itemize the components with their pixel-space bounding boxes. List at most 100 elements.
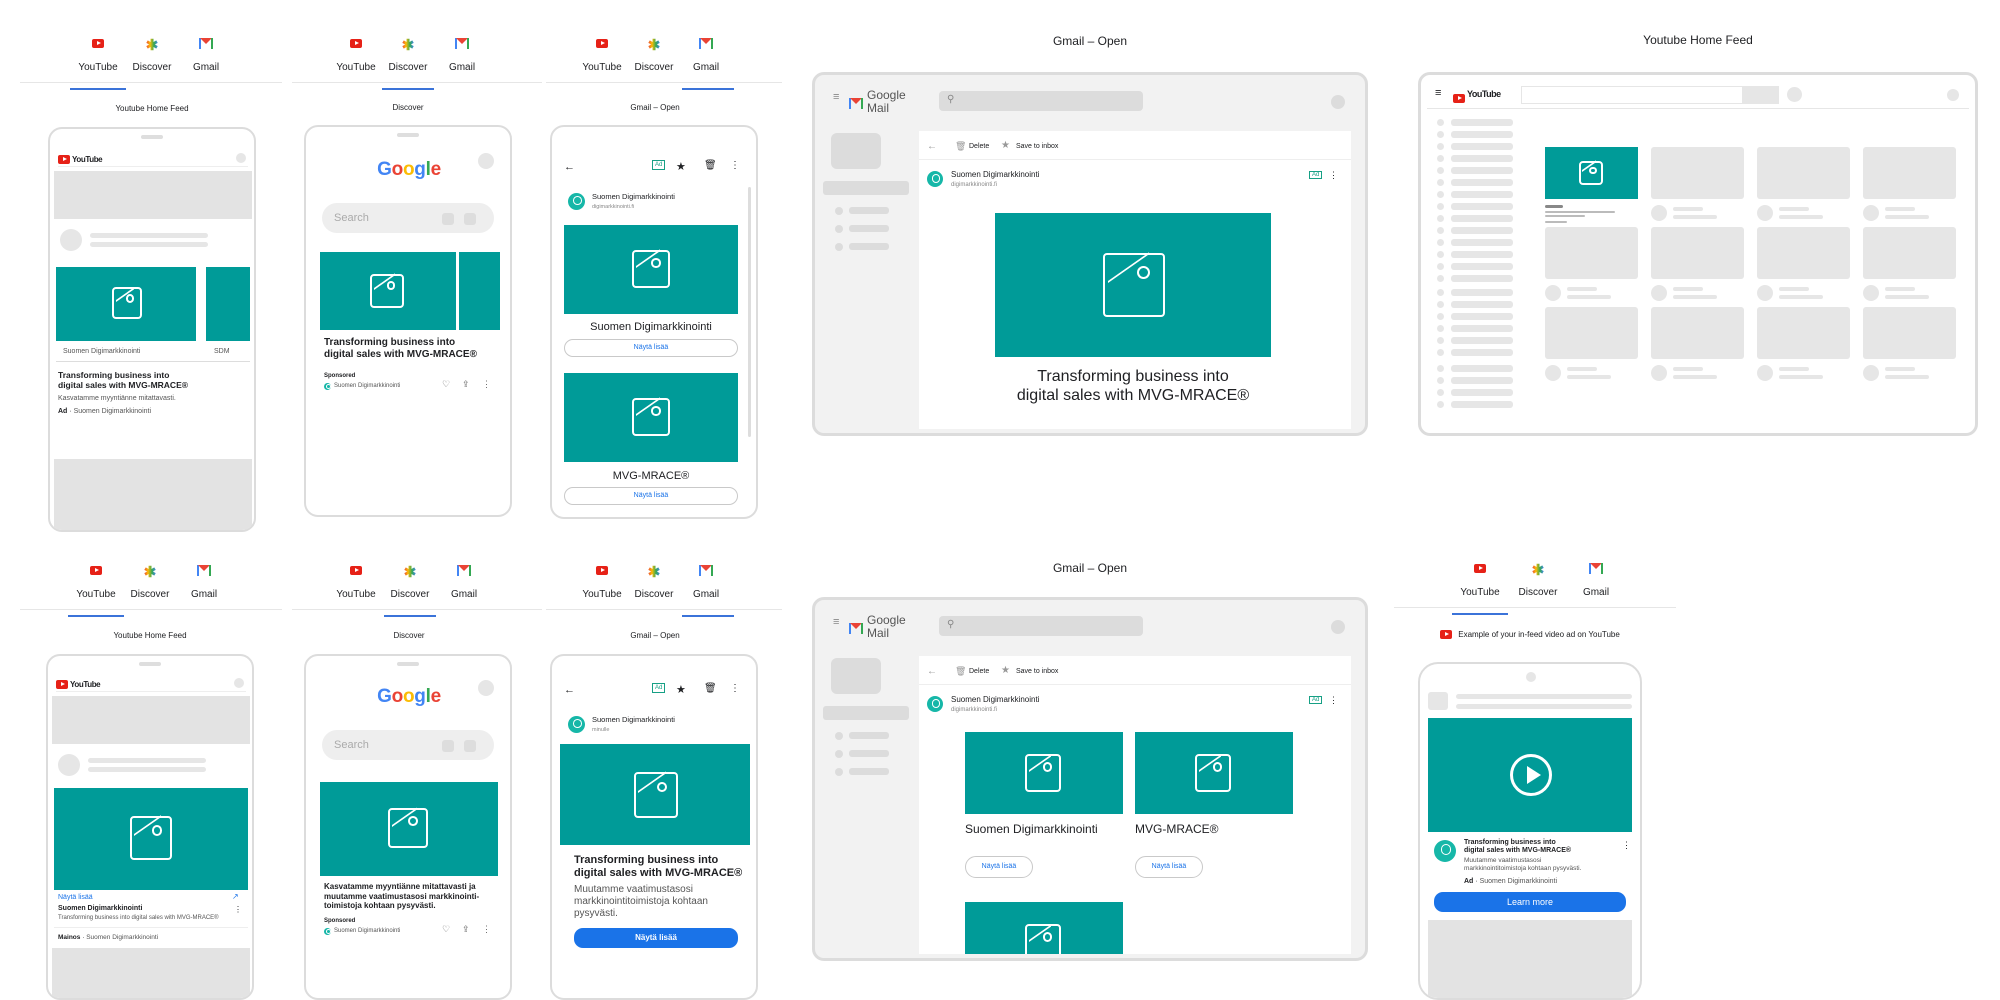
lens-icon[interactable] [464,213,476,225]
more-icon[interactable]: ⋮ [730,160,740,171]
star-icon[interactable]: ★ [1001,665,1010,676]
search-input[interactable]: ⚲ [939,91,1143,111]
trash-icon[interactable]: 🗑 [704,683,717,694]
ad-image-3[interactable] [965,902,1123,954]
video-thumbnail[interactable] [1651,227,1744,279]
video-thumbnail[interactable] [1757,147,1850,199]
sidebar-item[interactable] [1451,275,1513,282]
tab-youtube[interactable]: YouTube [1452,553,1508,598]
ad-image-1[interactable] [965,732,1123,814]
sidebar-item[interactable] [1451,337,1513,344]
avatar[interactable] [1331,95,1345,109]
search-input[interactable]: Search [322,730,494,760]
lens-icon[interactable] [464,740,476,752]
trash-icon[interactable]: 🗑 [955,666,966,677]
video-thumbnail[interactable] [1545,307,1638,359]
mic-icon[interactable] [442,740,454,752]
ad-image[interactable] [320,252,456,330]
menu-icon[interactable]: ≡ [1435,87,1441,99]
cta-button-2[interactable]: Näytä lisää [564,487,738,505]
back-icon[interactable]: ← [564,161,575,173]
back-icon[interactable]: ← [927,666,937,677]
tab-youtube[interactable]: YouTube [70,28,126,73]
cta-button[interactable]: Näytä lisää [574,928,738,948]
tab-youtube[interactable]: YouTube [574,555,630,600]
video-thumbnail[interactable] [1651,147,1744,199]
ad-thumbnail[interactable] [1545,147,1638,199]
back-icon[interactable]: ← [927,141,937,152]
sidebar-item[interactable] [1451,239,1513,246]
sidebar-item[interactable] [1451,227,1513,234]
star-icon[interactable]: ★ [676,683,686,696]
video-thumbnail[interactable] [1545,227,1638,279]
tab-gmail[interactable]: Gmail [1568,553,1624,598]
tab-gmail[interactable]: Gmail [178,28,234,73]
video-thumbnail[interactable] [1651,307,1744,359]
heart-icon[interactable]: ♡ [442,379,450,390]
sidebar-item[interactable] [1451,313,1513,320]
tab-discover[interactable]: ✱ Discover [122,555,178,601]
ad-image[interactable] [320,782,498,876]
play-icon[interactable] [1510,754,1552,796]
tab-youtube[interactable]: YouTube [68,555,124,600]
tab-gmail[interactable]: Gmail [678,28,734,73]
ad-image[interactable] [560,744,750,845]
sidebar-item[interactable] [1451,131,1513,138]
tab-discover[interactable]: ✱ Discover [380,28,436,74]
avatar[interactable] [1331,620,1345,634]
ad-image[interactable] [56,267,196,341]
search-button[interactable] [1743,86,1779,104]
trash-icon[interactable]: 🗑 [704,160,717,171]
sidebar-item[interactable] [1451,401,1513,408]
carousel-image-1[interactable] [564,225,738,314]
avatar[interactable] [234,678,244,688]
avatar[interactable] [478,680,494,696]
sidebar-item[interactable] [1451,143,1513,150]
sidebar-item[interactable] [1451,167,1513,174]
tab-gmail[interactable]: Gmail [436,555,492,600]
tab-discover[interactable]: ✱ Discover [626,555,682,601]
search-input[interactable]: ⚲ [939,616,1143,636]
sidebar-item[interactable] [1451,289,1513,296]
more-icon[interactable]: ⋮ [1329,170,1338,181]
sidebar-item[interactable] [1451,203,1513,210]
tab-discover[interactable]: ✱ Discover [1510,553,1566,599]
avatar[interactable] [1947,89,1959,101]
sidebar-item[interactable] [1451,263,1513,270]
video-thumbnail[interactable] [1863,147,1956,199]
sidebar-item[interactable] [1451,349,1513,356]
tab-youtube[interactable]: YouTube [328,555,384,600]
search-input[interactable]: Search [322,203,494,233]
mic-icon[interactable] [442,213,454,225]
sidebar-item[interactable] [1451,251,1513,258]
share-icon[interactable]: ⇪ [462,379,470,390]
ad-image[interactable] [54,788,248,890]
tab-discover[interactable]: ✱ Discover [124,28,180,74]
external-link-icon[interactable]: ↗ [232,892,239,902]
heart-icon[interactable]: ♡ [442,924,450,935]
more-icon[interactable]: ⋮ [234,905,242,915]
video-thumbnail[interactable] [1863,307,1956,359]
menu-icon[interactable]: ≡ [833,91,839,103]
video-player[interactable] [1428,718,1632,832]
tab-youtube[interactable]: YouTube [328,28,384,73]
carousel-image-2[interactable] [564,373,738,462]
sidebar-item[interactable] [1451,119,1513,126]
cta-button-1[interactable]: Näytä lisää [564,339,738,357]
sidebar-item[interactable] [1451,155,1513,162]
more-icon[interactable]: ⋮ [482,379,491,390]
sidebar-item[interactable] [1451,191,1513,198]
tab-gmail[interactable]: Gmail [176,555,232,600]
search-input[interactable] [1521,86,1743,104]
ad-image[interactable] [995,213,1271,357]
tab-youtube[interactable]: YouTube [574,28,630,73]
cta-button-1[interactable]: Näytä lisää [965,856,1033,878]
sidebar-item[interactable] [1451,179,1513,186]
tab-gmail[interactable]: Gmail [434,28,490,73]
sidebar-item[interactable] [1451,365,1513,372]
more-icon[interactable]: ⋮ [730,683,740,694]
tab-discover[interactable]: ✱ Discover [382,555,438,601]
star-icon[interactable]: ★ [1001,140,1010,151]
more-icon[interactable]: ⋮ [1329,695,1338,706]
ad-image-2[interactable] [1135,732,1293,814]
